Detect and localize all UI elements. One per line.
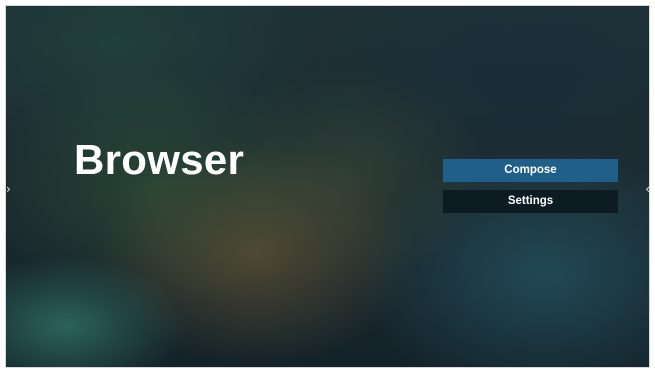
settings-button[interactable]: Settings	[443, 190, 618, 213]
compose-button[interactable]: Compose	[443, 159, 618, 182]
chevron-left-icon[interactable]: ‹	[645, 182, 649, 196]
chevron-right-icon[interactable]: ›	[6, 182, 11, 196]
page-title: Browser	[74, 136, 245, 183]
main-menu: Compose Settings	[443, 159, 618, 221]
app-screen: › Browser Compose Settings ‹	[5, 5, 650, 368]
